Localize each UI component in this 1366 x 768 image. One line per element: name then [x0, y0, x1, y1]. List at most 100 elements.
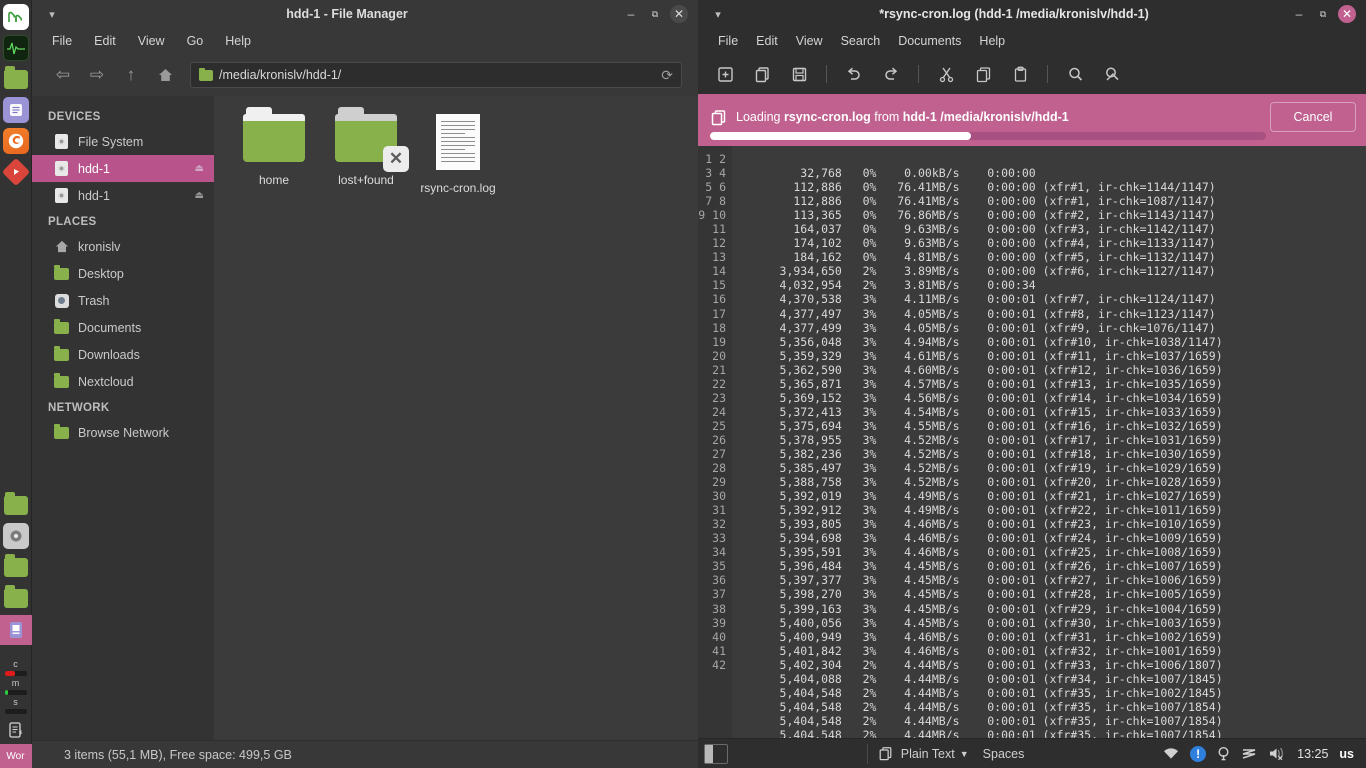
editor-close-button[interactable]: ✕ — [1338, 5, 1356, 23]
sidebar-header-places: PLACES — [48, 216, 97, 228]
document-type-selector[interactable]: Plain Text ▼ — [901, 747, 969, 761]
indent-mode-label[interactable]: Spaces — [983, 747, 1025, 761]
sidebar-item-browse-network[interactable]: Browse Network — [32, 419, 214, 446]
keyboard-layout[interactable]: us — [1339, 747, 1354, 761]
maximize-button[interactable]: ⧉ — [646, 5, 664, 23]
loading-document-icon — [710, 109, 727, 126]
eject-icon[interactable]: ⏏ — [195, 163, 204, 174]
cut-icon[interactable] — [929, 59, 963, 89]
red-app-icon[interactable] — [1, 157, 30, 187]
file-manager-menubar: File Edit View Go Help — [32, 28, 698, 54]
file-item[interactable]: ✕ lost+found — [320, 107, 412, 195]
volume-muted-icon[interactable] — [1268, 746, 1286, 761]
editor-menu-file[interactable]: File — [710, 31, 746, 51]
path-folder-icon — [199, 67, 213, 81]
editor-menu-help[interactable]: Help — [971, 31, 1013, 51]
loading-filename: rsync-cron.log — [783, 110, 871, 124]
log-text-content[interactable]: 32,768 0% 0.00kB/s 0:00:00 112,886 0% 76… — [732, 146, 1366, 738]
file-item[interactable]: home — [228, 107, 320, 195]
sidebar-item-nextcloud[interactable]: Nextcloud — [32, 368, 214, 395]
eject-icon[interactable]: ⏏ — [195, 190, 204, 201]
text-editor-icon[interactable] — [2, 97, 29, 123]
editor-maximize-button[interactable]: ⧉ — [1314, 5, 1332, 23]
editor-menu-search[interactable]: Search — [833, 31, 889, 51]
copy-icon[interactable] — [966, 59, 1000, 89]
editor-menu-view[interactable]: View — [788, 31, 831, 51]
system-monitor-icon[interactable] — [2, 35, 29, 61]
bluetooth-signal-icon[interactable] — [1241, 747, 1257, 761]
paste-icon[interactable] — [1003, 59, 1037, 89]
sidebar-item-kronislv[interactable]: kronislv — [32, 233, 214, 260]
memory-monitor-bar — [4, 690, 27, 695]
swap-monitor-bar — [4, 709, 27, 714]
sidebar-item-desktop[interactable]: Desktop — [32, 260, 214, 287]
sidebar-item-hdd-1[interactable]: hdd-1 ⏏ — [32, 155, 214, 182]
file-manager-status-text: 3 items (55,1 MB), Free space: 499,5 GB — [64, 747, 292, 762]
text-editor-window-controls: – ⧉ ✕ — [1290, 5, 1366, 23]
file-manager-icon[interactable] — [3, 65, 29, 92]
window-menu-chevron-icon[interactable]: ▾ — [32, 8, 72, 21]
redo-icon[interactable] — [874, 59, 908, 89]
file-label: home — [258, 173, 290, 187]
save-icon[interactable] — [782, 59, 816, 89]
close-button[interactable]: ✕ — [670, 5, 688, 23]
loading-message: Loading rsync-cron.log from hdd-1 /media… — [736, 110, 1261, 124]
sidebar-item-hdd-1[interactable]: hdd-1 ⏏ — [32, 182, 214, 209]
editor-menu-edit[interactable]: Edit — [748, 31, 786, 51]
menu-go[interactable]: Go — [179, 31, 212, 51]
sidebar-item-documents[interactable]: Documents — [32, 314, 214, 341]
file-manager-toolbar: ⇦ ⇨ ↑ /media/kronislv/hdd-1/ ⟳ — [32, 54, 698, 96]
folder-icon-4[interactable] — [3, 584, 29, 611]
menu-view[interactable]: View — [130, 31, 173, 51]
sidebar-item-trash[interactable]: Trash — [32, 287, 214, 314]
clock[interactable]: 13:25 — [1297, 747, 1328, 761]
editor-window-menu-chevron-icon[interactable]: ▾ — [698, 8, 738, 21]
path-input[interactable]: /media/kronislv/hdd-1/ ⟳ — [190, 62, 682, 88]
reload-icon[interactable]: ⟳ — [661, 67, 673, 84]
folder-icon — [54, 265, 69, 281]
text-editor-titlebar: ▾ *rsync-cron.log (hdd-1 /media/kronislv… — [698, 0, 1366, 28]
file-item[interactable]: rsync-cron.log — [412, 110, 504, 195]
menu-help[interactable]: Help — [217, 31, 259, 51]
document-icon — [436, 114, 480, 170]
firefox-icon[interactable] — [2, 128, 29, 154]
back-icon[interactable]: ⇦ — [48, 61, 78, 89]
update-notification-icon[interactable]: ! — [1190, 745, 1207, 762]
find-icon[interactable] — [1058, 59, 1092, 89]
folder-icon-3[interactable] — [3, 553, 29, 580]
sidebar-item-file-system[interactable]: File System — [32, 128, 214, 155]
up-icon[interactable]: ↑ — [116, 61, 146, 89]
cpu-monitor: c — [0, 659, 32, 678]
sidebar-item-label: Nextcloud — [78, 374, 134, 389]
text-editor-body[interactable]: 1 2 3 4 5 6 7 8 9 10 11 12 13 14 15 16 1… — [698, 146, 1366, 738]
cpu-monitor-bar — [4, 671, 27, 676]
editor-active-icon[interactable] — [0, 615, 32, 645]
undo-icon[interactable] — [837, 59, 871, 89]
home-icon[interactable] — [150, 61, 180, 89]
new-document-icon[interactable] — [708, 59, 742, 89]
menu-edit[interactable]: Edit — [86, 31, 124, 51]
open-document-icon[interactable] — [745, 59, 779, 89]
forward-icon[interactable]: ⇨ — [82, 61, 112, 89]
network-icon[interactable] — [1163, 747, 1179, 760]
nightlight-icon[interactable] — [1217, 746, 1230, 762]
minimize-button[interactable]: – — [622, 5, 640, 23]
sidebar-item-downloads[interactable]: Downloads — [32, 341, 214, 368]
toggle-side-panel-icon[interactable] — [704, 743, 728, 764]
media-icon[interactable] — [2, 523, 29, 549]
menu-file[interactable]: File — [44, 31, 80, 51]
editor-minimize-button[interactable]: – — [1290, 5, 1308, 23]
document-copy-icon[interactable] — [878, 746, 893, 761]
file-list-area[interactable]: home ✕ lost+found rsync-cron.log — [214, 96, 698, 740]
folder-icon-2[interactable] — [3, 491, 29, 518]
text-editor-toolbar — [698, 54, 1366, 94]
file-manager-title: hdd-1 - File Manager — [286, 7, 408, 21]
editor-menu-documents[interactable]: Documents — [890, 31, 969, 51]
sidebar-item-label: Documents — [78, 320, 142, 335]
mint-menu-icon[interactable] — [2, 4, 29, 30]
cancel-button[interactable]: Cancel — [1270, 102, 1356, 132]
clipboard-manager-icon[interactable] — [0, 716, 32, 744]
swap-monitor: s — [0, 697, 32, 716]
workspace-switcher[interactable]: Wor — [0, 744, 32, 768]
replace-icon[interactable] — [1095, 59, 1129, 89]
